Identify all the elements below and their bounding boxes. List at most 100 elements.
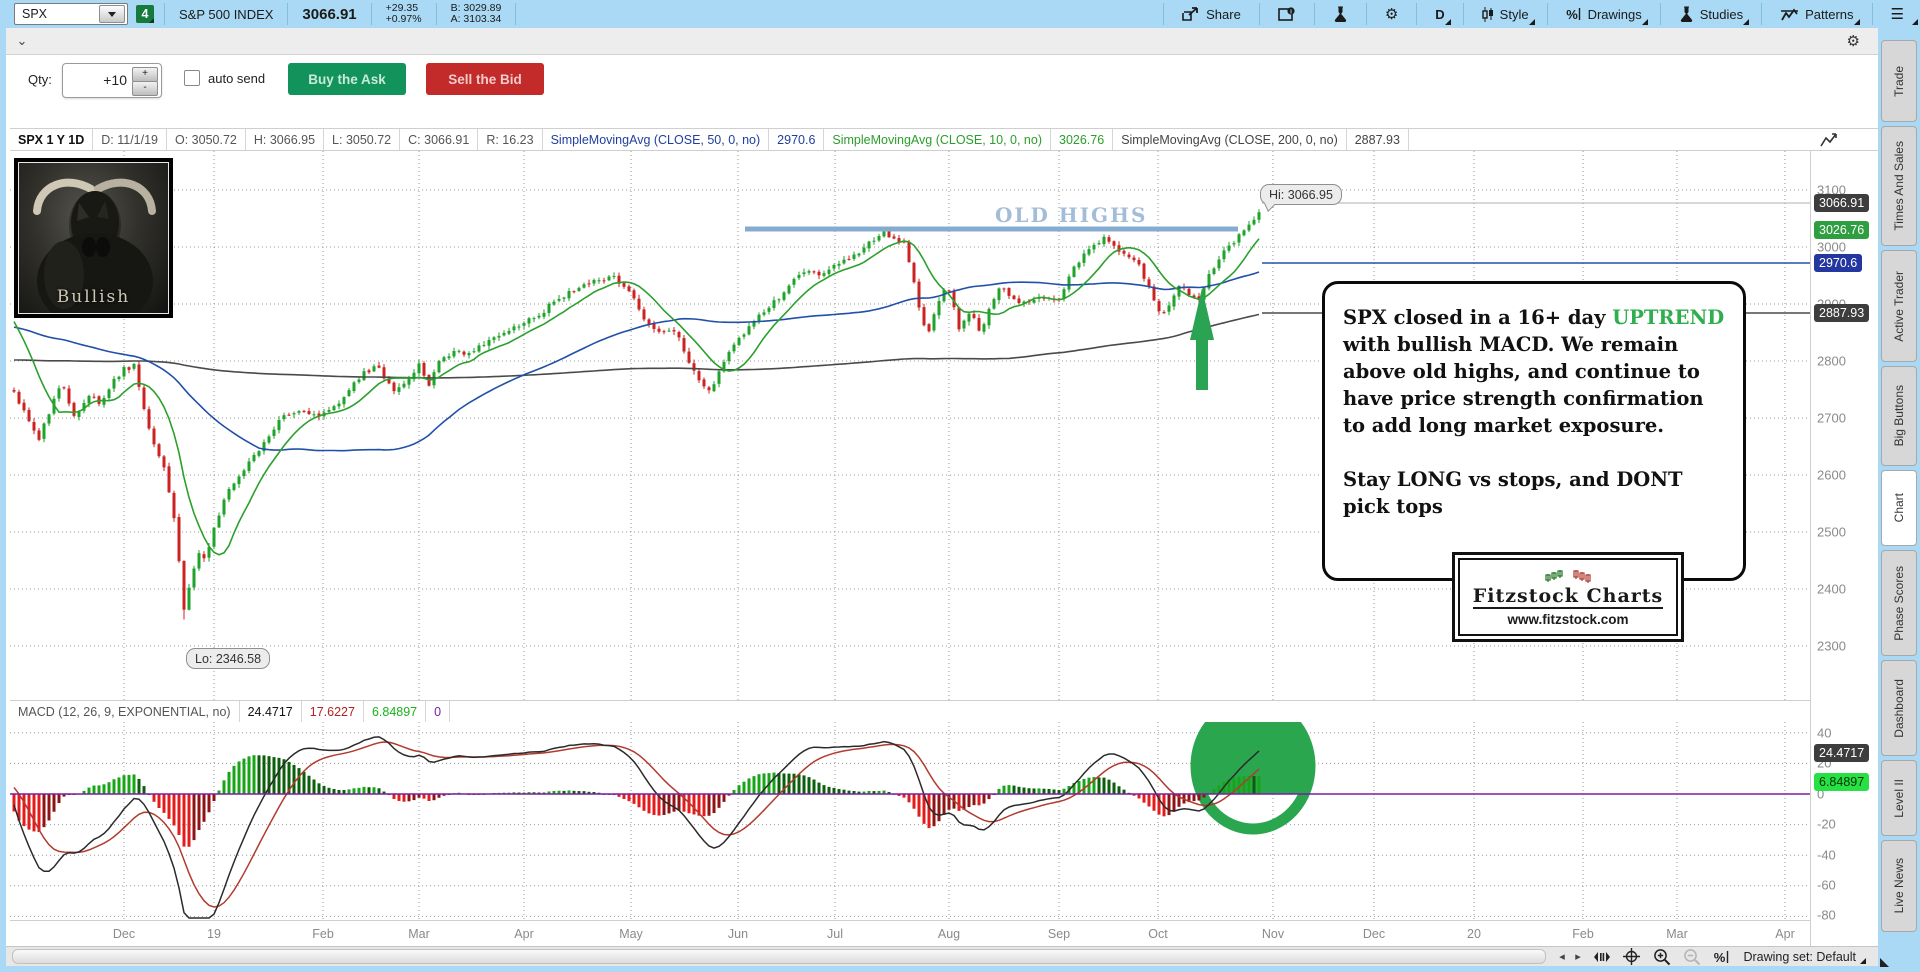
note-paragraph-1: SPX closed in a 16+ day UPTREND with bul… [1343, 306, 1725, 437]
pan-icon[interactable] [1590, 947, 1614, 966]
flag-info-icon: i [1278, 6, 1295, 21]
price-axis-label-5: 2600 [1817, 467, 1846, 483]
studies-button[interactable]: Studies [1671, 0, 1751, 28]
gear-icon[interactable]: ⚙ [1847, 32, 1860, 50]
sidebar-tab-live-news[interactable]: Live News [1881, 840, 1917, 932]
dropdown-corner-icon [1528, 19, 1535, 25]
macd-cell-2: 17.6227 [302, 701, 364, 722]
chart-resize-icon[interactable] [1820, 133, 1838, 152]
old-highs-label: OLD HIGHS [995, 203, 1148, 227]
price-axis-label-8: 2300 [1817, 638, 1846, 654]
time-axis-label-1: 19 [207, 927, 221, 941]
flask-icon [1334, 6, 1346, 22]
ohlc-cell-12: 2887.93 [1347, 129, 1409, 150]
sidebar-tab-times-and-sales[interactable]: Times And Sales [1881, 126, 1917, 246]
sell-the-bid-button[interactable]: Sell the Bid [426, 63, 544, 95]
sidebar-tab-dashboard[interactable]: Dashboard [1881, 660, 1917, 756]
logo-title: Fitzstock Charts [1472, 584, 1664, 609]
time-axis-label-10: Oct [1148, 927, 1168, 941]
share-button[interactable]: Share [1174, 0, 1249, 28]
symbol-dropdown-button[interactable] [99, 5, 125, 23]
macd-pane[interactable] [10, 722, 1810, 920]
crosshair-icon[interactable] [1618, 947, 1644, 966]
low-price-bubble: Lo: 2346.58 [186, 648, 271, 669]
percent-scale-icon[interactable]: % [1708, 947, 1734, 966]
quantity-stepper[interactable]: +10 + - [62, 63, 162, 98]
dropdown-corner-icon [1853, 19, 1860, 25]
ohlc-cell-0: SPX 1 Y 1D [10, 129, 94, 150]
analyze-button[interactable] [1325, 0, 1356, 28]
last-price: 3066.91 [302, 5, 357, 23]
sidebar-tab-label: Dashboard [1892, 678, 1906, 738]
chart-settings-button[interactable]: ⚙ [1377, 0, 1406, 28]
style-button[interactable]: Style [1474, 0, 1537, 28]
chart-ohlc-header: SPX 1 Y 1D D: 11/1/19 O: 3050.72 H: 3066.95… [10, 128, 1878, 151]
change-percent: +0.97% [385, 13, 422, 25]
sidebar-tab-active-trader[interactable]: Active Trader [1881, 250, 1917, 362]
candle-style-icon [1481, 6, 1493, 22]
symbol-input[interactable]: SPX [14, 3, 128, 25]
scroll-right-button[interactable]: ▸ [1570, 947, 1586, 966]
ohlc-cell-10: 3026.76 [1051, 129, 1114, 150]
macd-axis-badge-1: 6.84897 [1814, 773, 1870, 791]
macd-axis-badge-0: 24.4717 [1814, 744, 1870, 762]
low-price-text: Lo: 2346.58 [195, 651, 262, 666]
sidebar-tab-label: Level II [1892, 778, 1906, 818]
auto-send-control: auto send [184, 70, 265, 86]
timeframe-button[interactable]: D [1427, 0, 1452, 28]
logo-url: www.fitzstock.com [1507, 611, 1629, 627]
time-axis-label-16: Apr [1775, 927, 1795, 941]
sidebar-tab-level-ii[interactable]: Level II [1881, 760, 1917, 836]
buy-the-ask-button[interactable]: Buy the Ask [288, 63, 406, 95]
time-axis-label-13: 20 [1467, 927, 1481, 941]
sidebar-tab-chart[interactable]: Chart [1881, 470, 1917, 546]
drawing-set-label: Drawing set: Default [1743, 949, 1856, 964]
analysis-note: SPX closed in a 16+ day UPTREND with bul… [1322, 281, 1746, 581]
auto-send-checkbox[interactable] [184, 70, 200, 86]
horizontal-scrollbar[interactable] [12, 949, 1546, 964]
ohlc-cell-4: L: 3050.72 [324, 129, 401, 150]
collapse-chevron-button[interactable]: ⌄ [12, 31, 32, 51]
ohlc-cell-3: H: 3066.95 [246, 129, 325, 150]
drawing-set-selector[interactable]: Drawing set: Default [1743, 947, 1866, 966]
ohlc-cell-11: SimpleMovingAvg (CLOSE, 200, 0, no) [1113, 129, 1347, 150]
price-axis-label-7: 2400 [1817, 581, 1846, 597]
time-axis: Dec 19 Feb Mar Apr May Jun Jul Aug Sep Oct Nov Dec 20… [10, 920, 1810, 947]
price-axis-label-3: 2800 [1817, 353, 1846, 369]
economic-data-button[interactable]: i [1270, 0, 1304, 28]
patterns-button[interactable]: Patterns [1772, 0, 1861, 28]
watchlist-badge[interactable]: 4 [136, 5, 154, 23]
sidebar-tab-trade[interactable]: Trade [1881, 40, 1917, 122]
zoom-out-icon[interactable] [1678, 947, 1706, 966]
dropdown-corner-icon [1743, 19, 1750, 25]
qty-decrement-button[interactable]: - [132, 81, 158, 96]
svg-text:i: i [1290, 8, 1292, 15]
scroll-left-button[interactable]: ◂ [1554, 947, 1570, 966]
macd-cell-4: 0 [426, 701, 451, 722]
qty-increment-button[interactable]: + [132, 67, 158, 82]
time-axis-label-14: Feb [1572, 927, 1594, 941]
chart-menu-button[interactable]: ☰ [1883, 0, 1920, 28]
ohlc-cell-1: D: 11/1/19 [93, 129, 168, 150]
bull-caption: Bullish [56, 287, 131, 307]
change-block: +29.35 +0.97% [382, 3, 426, 25]
studies-label: Studies [1699, 6, 1744, 22]
svg-text:%: % [1713, 950, 1725, 965]
sidebar-tab-phase-scores[interactable]: Phase Scores [1881, 550, 1917, 656]
time-axis-label-0: Dec [112, 927, 136, 941]
share-label: Share [1206, 6, 1241, 22]
time-axis-label-7: Jul [827, 927, 843, 941]
percent-drawing-icon: % [1566, 7, 1580, 22]
drawings-button[interactable]: % Drawings [1558, 0, 1650, 28]
ohlc-cell-5: C: 3066.91 [400, 129, 479, 150]
sidebar-tab-big-buttons[interactable]: Big Buttons [1881, 366, 1917, 466]
zoom-in-icon[interactable] [1648, 947, 1676, 966]
chart-header-cells: SPX 1 Y 1D D: 11/1/19 O: 3050.72 H: 3066.95… [10, 129, 1409, 150]
resize-handle-icon[interactable] [1880, 958, 1889, 967]
macd-axis-label-6: -80 [1817, 907, 1836, 923]
thinkorswim-window: SPX 4 S&P 500 INDEX 3066.91 +29.35 +0.97… [0, 0, 1920, 972]
macd-header-cells: MACD (12, 26, 9, EXPONENTIAL, no) 24.4717… [10, 701, 451, 722]
sidebar-tab-label: Chart [1892, 493, 1906, 523]
uptrend-highlight: UPTREND [1612, 306, 1725, 329]
price-axis-label-1: 3000 [1817, 239, 1846, 255]
